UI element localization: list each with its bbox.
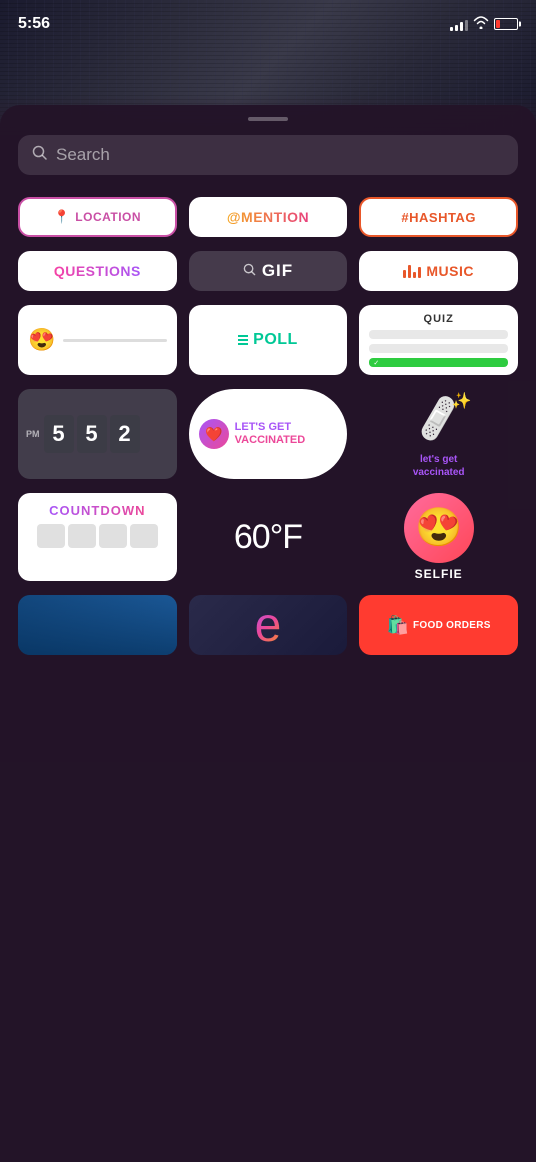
food-bag-icon: 🛍️ (387, 615, 409, 636)
poll-sticker[interactable]: POLL (189, 305, 348, 375)
mention-sticker[interactable]: @MENTION (189, 197, 348, 237)
music-sticker[interactable]: MUSIC (359, 251, 518, 291)
location-label: LOCATION (75, 210, 141, 224)
music-label: MUSIC (426, 263, 474, 279)
location-thumbnail-sticker[interactable] (18, 595, 177, 655)
quiz-title: QUIZ (369, 313, 508, 325)
music-bar-1 (403, 270, 406, 278)
quiz-check-icon: ✓ (373, 359, 379, 367)
poll-lines-icon (238, 335, 248, 345)
countdown-box-3 (99, 524, 127, 548)
gif-label: GIF (262, 261, 293, 281)
weather-temp: 60°F (234, 518, 302, 557)
quiz-option-3-correct: ✓ (369, 358, 508, 367)
status-time: 5:56 (18, 15, 50, 33)
sparkles-icon: ✨ (452, 391, 472, 411)
search-placeholder: Search (56, 145, 110, 165)
selfie-sticker[interactable]: 😍 SELFIE (359, 493, 518, 581)
quiz-sticker[interactable]: QUIZ ✓ (359, 305, 518, 375)
clock-period: PM (26, 429, 40, 439)
e-letter-emoji: e (255, 598, 282, 653)
signal-bar-2 (455, 25, 458, 31)
countdown-boxes (37, 524, 158, 548)
countdown-sticker[interactable]: COUNTDOWN (18, 493, 177, 581)
emoji-slider-sticker[interactable]: 😍 (18, 305, 177, 375)
sticker-panel: Search 📍 LOCATION @MENTION #HASHTAG QUES… (0, 105, 536, 1162)
food-orders-sticker[interactable]: 🛍️ FOOD ORDERS (359, 595, 518, 655)
selfie-emoji: 😍 (415, 506, 462, 550)
vaccinated-sticker[interactable]: ❤️ LET'S GET VACCINATED (189, 389, 348, 479)
status-bar: 5:56 (0, 0, 536, 40)
gif-sticker[interactable]: GIF (189, 251, 348, 291)
poll-line-2 (238, 339, 248, 341)
clock-digit-2: 2 (110, 415, 140, 453)
signal-bar-3 (460, 22, 463, 31)
hashtag-sticker[interactable]: #HASHTAG (359, 197, 518, 237)
quiz-option-1 (369, 330, 508, 339)
gif-search-icon (243, 263, 256, 279)
emoji-slider-track[interactable] (63, 339, 166, 342)
search-icon (32, 145, 48, 165)
bandage-label: let's getvaccinated (413, 453, 465, 479)
vax-line2: VACCINATED (235, 434, 305, 447)
wifi-icon (473, 16, 489, 32)
drag-handle[interactable] (248, 117, 288, 121)
weather-sticker[interactable]: 60°F (189, 493, 348, 581)
e-letter-sticker[interactable]: e (189, 595, 348, 655)
poll-label: POLL (253, 331, 298, 349)
clock-digit-5b: 5 (77, 415, 107, 453)
search-bar[interactable]: Search (18, 135, 518, 175)
vax-text-block: LET'S GET VACCINATED (235, 421, 305, 447)
food-orders-label: FOOD ORDERS (413, 620, 491, 631)
battery-fill (496, 20, 500, 28)
vax-heart-emoji: ❤️ (205, 426, 222, 443)
poll-line-3 (238, 343, 248, 345)
vax-line1: LET'S GET (235, 421, 305, 434)
signal-bars-icon (450, 18, 468, 31)
signal-bar-1 (450, 27, 453, 31)
clock-digit-5: 5 (44, 415, 74, 453)
location-pin-icon: 📍 (54, 209, 71, 225)
questions-sticker[interactable]: QUESTIONS (18, 251, 177, 291)
countdown-box-4 (130, 524, 158, 548)
selfie-circle: 😍 (404, 493, 474, 563)
countdown-box-1 (37, 524, 65, 548)
clock-digits: 5 5 2 (44, 415, 140, 453)
clock-sticker[interactable]: PM 5 5 2 (18, 389, 177, 479)
music-bar-3 (413, 272, 416, 278)
bandage-sticker[interactable]: 🩹 ✨ let's getvaccinated (359, 389, 518, 479)
poll-line-1 (238, 335, 248, 337)
music-bar-2 (408, 265, 411, 278)
hashtag-label: #HASHTAG (401, 210, 476, 225)
selfie-label: SELFIE (415, 567, 463, 581)
battery-icon (494, 18, 518, 30)
countdown-label: COUNTDOWN (49, 503, 145, 518)
status-icons (450, 16, 518, 32)
location-sticker[interactable]: 📍 LOCATION (18, 197, 177, 237)
music-bars-icon (403, 264, 421, 278)
emoji-slider-face: 😍 (28, 327, 55, 353)
sticker-grid: 📍 LOCATION @MENTION #HASHTAG QUESTIONS G… (18, 197, 518, 581)
countdown-box-2 (68, 524, 96, 548)
signal-bar-4 (465, 20, 468, 31)
quiz-option-2 (369, 344, 508, 353)
bottom-row: e 🛍️ FOOD ORDERS (18, 595, 518, 655)
music-bar-4 (418, 267, 421, 278)
mention-label: @MENTION (227, 209, 309, 225)
questions-label: QUESTIONS (54, 263, 141, 279)
vax-heart-icon: ❤️ (199, 419, 229, 449)
